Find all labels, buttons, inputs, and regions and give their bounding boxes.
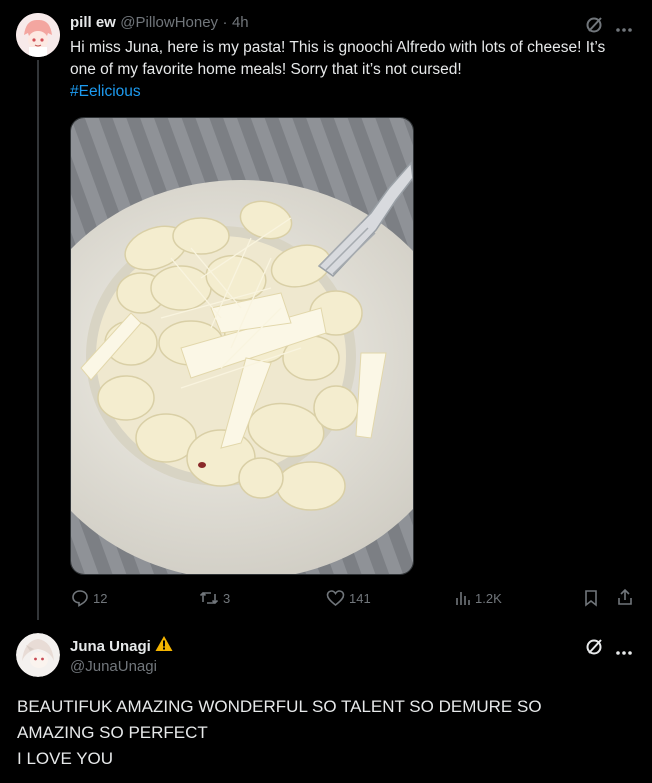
hashtag-link[interactable]: #Eelicious <box>70 81 630 103</box>
reply-button[interactable]: 12 <box>71 589 107 607</box>
more-icon[interactable] <box>614 20 634 32</box>
views-icon <box>456 592 470 605</box>
reply-icon <box>72 590 88 607</box>
timestamp[interactable]: 4h <box>232 14 249 31</box>
bookmark-icon[interactable] <box>583 589 599 612</box>
display-name[interactable]: pill ew <box>70 14 116 31</box>
reply-text-line-1: BEAUTIFUK AMAZING WONDERFUL SO TALENT SO… <box>17 697 542 716</box>
separator: · <box>222 14 228 31</box>
thread-line <box>37 60 39 620</box>
like-count: 141 <box>349 590 371 606</box>
share-icon[interactable] <box>616 588 634 611</box>
grok-icon[interactable] <box>585 14 605 34</box>
heart-icon <box>326 590 345 607</box>
reply-handle[interactable]: @JunaUnagi <box>70 658 157 675</box>
reply-more-icon[interactable] <box>614 643 634 655</box>
reply-count: 12 <box>93 590 108 606</box>
warning-icon <box>155 635 173 657</box>
views-button[interactable]: 1.2K <box>455 589 502 607</box>
like-button[interactable]: 141 <box>326 589 371 607</box>
repost-icon <box>199 591 219 605</box>
user-handle[interactable]: @PillowHoney <box>120 14 218 31</box>
avatar[interactable] <box>16 13 60 57</box>
reply-avatar[interactable] <box>16 633 60 677</box>
reply-text-line-2: AMAZING SO PERFECT <box>17 723 208 742</box>
gnocchi-photo[interactable] <box>70 117 414 575</box>
post-text: Hi miss Juna, here is my pasta! This is … <box>70 39 606 78</box>
reply-text-line-3: I LOVE YOU <box>17 749 114 768</box>
reply-display-name[interactable]: Juna Unagi <box>70 638 151 655</box>
repost-button[interactable]: 3 <box>199 589 230 607</box>
view-count: 1.2K <box>475 590 502 606</box>
reply-grok-icon[interactable] <box>585 636 605 656</box>
repost-count: 3 <box>223 590 231 606</box>
